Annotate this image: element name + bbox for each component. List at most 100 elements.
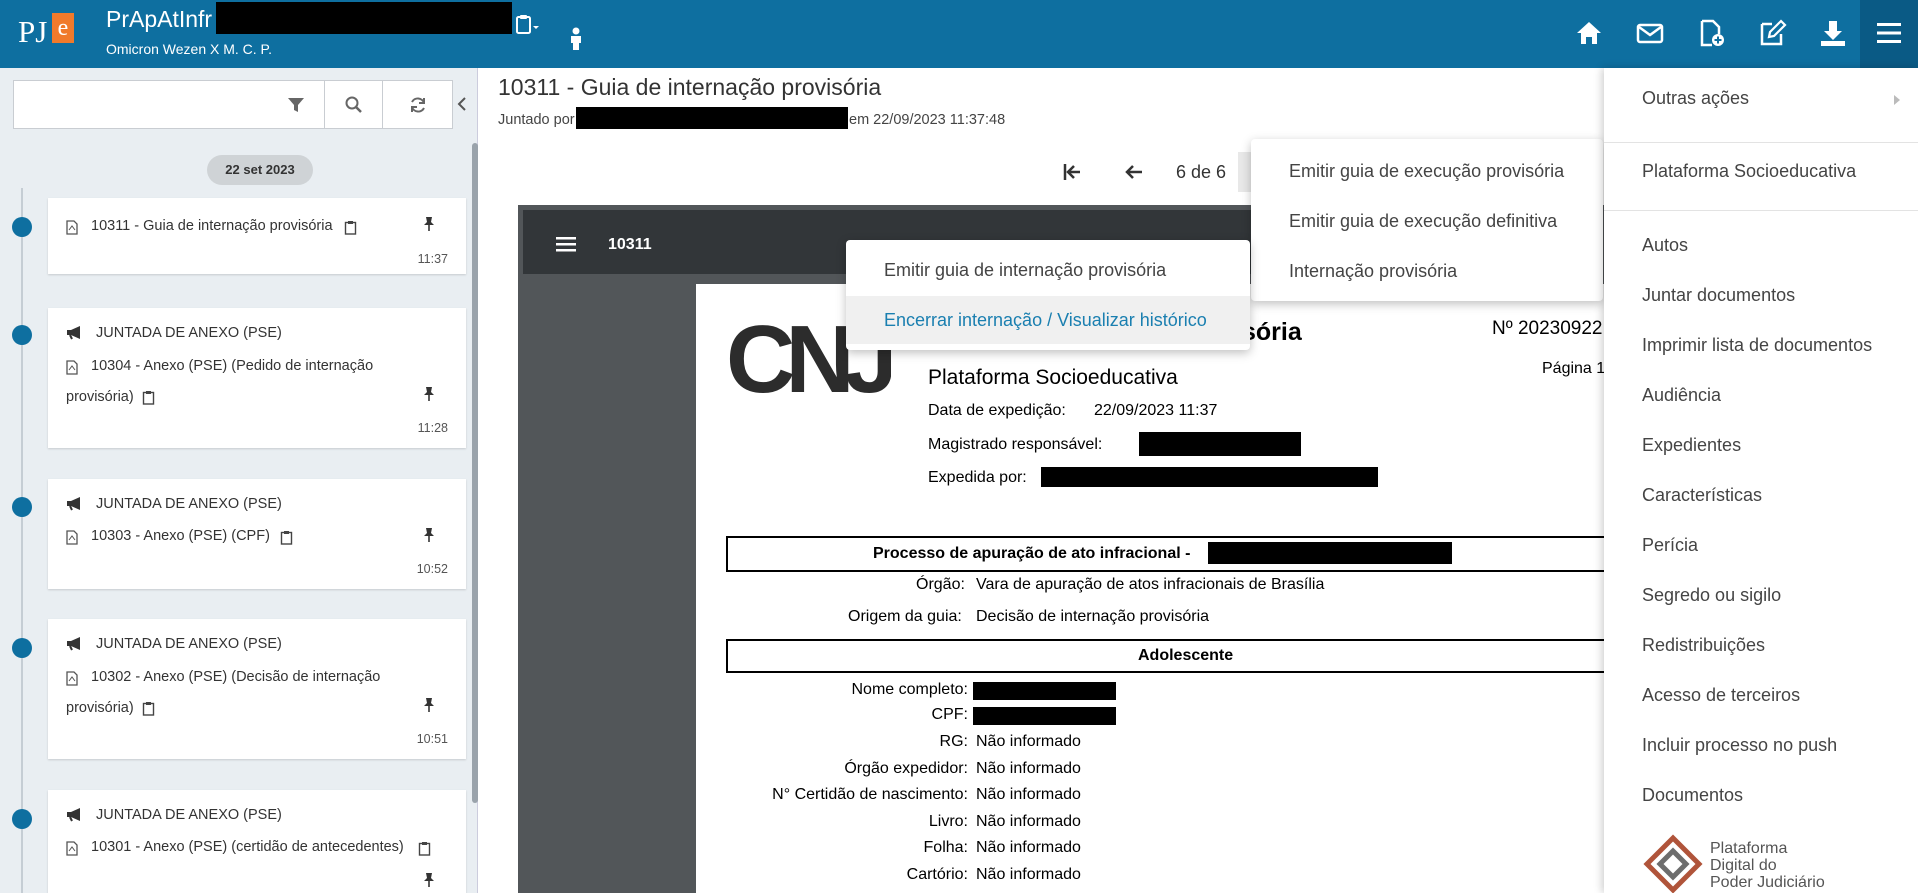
field-value: Não informado <box>976 813 1081 830</box>
document-link[interactable]: 10303 - Anexo (PSE) (CPF) <box>91 528 270 544</box>
edit-icon[interactable] <box>1757 18 1787 48</box>
pdf-page-label: Página 1 <box>1542 360 1606 377</box>
menu-item-segredo-sigilo[interactable]: Segredo ou sigilo <box>1642 585 1781 606</box>
document-link[interactable]: 10304 - Anexo (PSE) (Pedido de internaçã… <box>91 358 373 374</box>
pdf-file-icon <box>66 220 78 235</box>
download-icon[interactable] <box>1818 18 1848 48</box>
filter-icon[interactable] <box>286 95 306 115</box>
pdpj-logo-line: Digital do <box>1710 857 1777 874</box>
redacted-block <box>576 107 848 129</box>
document-link[interactable]: 10302 - Anexo (PSE) (Decisão de internaç… <box>91 669 380 685</box>
pdpj-logo: Plataforma Digital do Poder Judiciário <box>1642 834 1882 893</box>
clipboard-icon[interactable] <box>280 530 293 545</box>
previous-page-icon[interactable] <box>1122 160 1146 184</box>
redacted-block <box>216 2 512 34</box>
search-button[interactable] <box>324 81 382 128</box>
search-bar <box>13 80 453 129</box>
timestamp: 11:28 <box>417 421 448 435</box>
timeline-card[interactable]: 10311 - Guia de internação provisória 11… <box>48 198 466 274</box>
menu-item-redistribuicoes[interactable]: Redistribuições <box>1642 635 1765 656</box>
timeline-card[interactable]: JUNTADA DE ANEXO (PSE) 10303 - Anexo (PS… <box>48 479 466 589</box>
refresh-button[interactable] <box>382 81 453 128</box>
file-add-icon[interactable] <box>1696 18 1726 48</box>
pdf-file-name: 10311 <box>608 236 652 253</box>
timeline-scrollbar[interactable] <box>472 143 478 803</box>
menu-item-juntar-documentos[interactable]: Juntar documentos <box>1642 285 1795 306</box>
menu-item-documentos[interactable]: Documentos <box>1642 785 1743 806</box>
pdpj-logo-line: Poder Judiciário <box>1710 874 1825 891</box>
magistrado-label: Magistrado responsável: <box>928 436 1103 453</box>
menu-item-outras-acoes[interactable]: Outras ações <box>1642 88 1749 109</box>
menu-item-encerrar-internacao[interactable]: Encerrar internação / Visualizar históri… <box>846 296 1250 344</box>
timestamp: 11:37 <box>417 252 448 266</box>
pin-icon[interactable] <box>422 697 436 713</box>
menu-item-pericia[interactable]: Perícia <box>1642 535 1698 556</box>
pin-icon[interactable] <box>422 216 436 232</box>
timeline-card[interactable]: JUNTADA DE ANEXO (PSE) 10304 - Anexo (PS… <box>48 308 466 448</box>
menu-item-imprimir-lista[interactable]: Imprimir lista de documentos <box>1642 335 1872 356</box>
event-title: JUNTADA DE ANEXO (PSE) <box>96 636 282 652</box>
main-menu-button[interactable] <box>1860 0 1918 68</box>
top-header: PJ e PrApAtInfr Omicron Wezen X M. C. P. <box>0 0 1918 68</box>
pdf-page: CNJ sória Nº 20230922 Página 1 Plataform… <box>696 284 1626 893</box>
adolescente-header: Adolescente <box>1138 647 1234 664</box>
clipboard-icon[interactable] <box>344 220 357 235</box>
mail-icon[interactable] <box>1635 18 1665 48</box>
timeline-card[interactable]: JUNTADA DE ANEXO (PSE) 10301 - Anexo (PS… <box>48 790 466 893</box>
menu-item-audiencia[interactable]: Audiência <box>1642 385 1721 406</box>
menu-item-incluir-push[interactable]: Incluir processo no push <box>1642 735 1837 756</box>
origem-value: Decisão de internação provisória <box>976 608 1210 625</box>
document-link[interactable]: 10311 - Guia de internação provisória <box>91 218 333 234</box>
field-label: Folha: <box>923 839 968 856</box>
timeline-card[interactable]: JUNTADA DE ANEXO (PSE) 10302 - Anexo (PS… <box>48 619 466 759</box>
process-parties: Omicron Wezen X M. C. P. <box>106 41 272 57</box>
menu-item-internacao-provisoria[interactable]: Internação provisória <box>1289 261 1457 282</box>
menu-item-plataforma-socioeducativa[interactable]: Plataforma Socioeducativa <box>1642 161 1856 182</box>
menu-item-autos[interactable]: Autos <box>1642 235 1688 256</box>
menu-item-emitir-execucao-provisoria[interactable]: Emitir guia de execução provisória <box>1289 161 1564 182</box>
home-icon[interactable] <box>1574 18 1604 48</box>
expedicao-label: Data de expedição: <box>928 402 1066 419</box>
clipboard-icon[interactable] <box>418 841 431 856</box>
pdf-file-icon <box>66 360 78 375</box>
timestamp: 10:51 <box>416 732 448 746</box>
orgao-label: Órgão: <box>916 576 965 593</box>
megaphone-icon <box>67 326 80 340</box>
pin-icon[interactable] <box>422 386 436 402</box>
redacted-block <box>1208 542 1452 564</box>
menu-item-emitir-execucao-definitiva[interactable]: Emitir guia de execução definitiva <box>1289 211 1557 232</box>
document-link-continued[interactable]: provisória) <box>66 700 134 716</box>
menu-item-expedientes[interactable]: Expedientes <box>1642 435 1741 456</box>
field-label: Órgão expedidor: <box>844 760 968 777</box>
pdpj-logo-line: Plataforma <box>1710 840 1788 857</box>
timestamp: 10:52 <box>416 562 448 576</box>
pdpj-logo-mark <box>1643 834 1703 893</box>
field-label: Cartório: <box>906 866 968 883</box>
redacted-block <box>1139 432 1301 456</box>
document-link-continued[interactable]: provisória) <box>66 389 134 405</box>
pdpj-logo-text: Plataforma Digital do Poder Judiciário <box>1710 840 1825 891</box>
clipboard-icon[interactable] <box>142 701 155 716</box>
document-link[interactable]: 10301 - Anexo (PSE) (certidão de anteced… <box>91 839 404 855</box>
timeline-dot <box>12 497 32 517</box>
menu-item-emitir-guia-internacao[interactable]: Emitir guia de internação provisória <box>884 260 1166 281</box>
juntado-prefix: Juntado por <box>498 112 575 128</box>
pin-icon[interactable] <box>422 527 436 543</box>
pdf-file-icon <box>66 530 78 545</box>
pin-icon[interactable] <box>422 872 436 888</box>
clipboard-icon[interactable] <box>514 13 540 39</box>
page-indicator: 6 de 6 <box>1176 162 1227 182</box>
clipboard-icon[interactable] <box>142 390 155 405</box>
menu-item-caracteristicas[interactable]: Características <box>1642 485 1762 506</box>
pdf-menu-icon[interactable] <box>556 236 576 252</box>
event-title: JUNTADA DE ANEXO (PSE) <box>96 325 282 341</box>
collapse-panel-icon[interactable] <box>454 96 470 112</box>
person-icon[interactable] <box>566 26 586 50</box>
juntado-date: em 22/09/2023 11:37:48 <box>849 112 1006 128</box>
search-input[interactable] <box>14 81 324 128</box>
field-value: Não informado <box>976 839 1081 856</box>
menu-item-acesso-terceiros[interactable]: Acesso de terceiros <box>1642 685 1800 706</box>
pje-logo[interactable]: PJ e <box>14 8 76 58</box>
timeline-dot <box>12 217 32 237</box>
first-page-icon[interactable] <box>1060 160 1084 184</box>
